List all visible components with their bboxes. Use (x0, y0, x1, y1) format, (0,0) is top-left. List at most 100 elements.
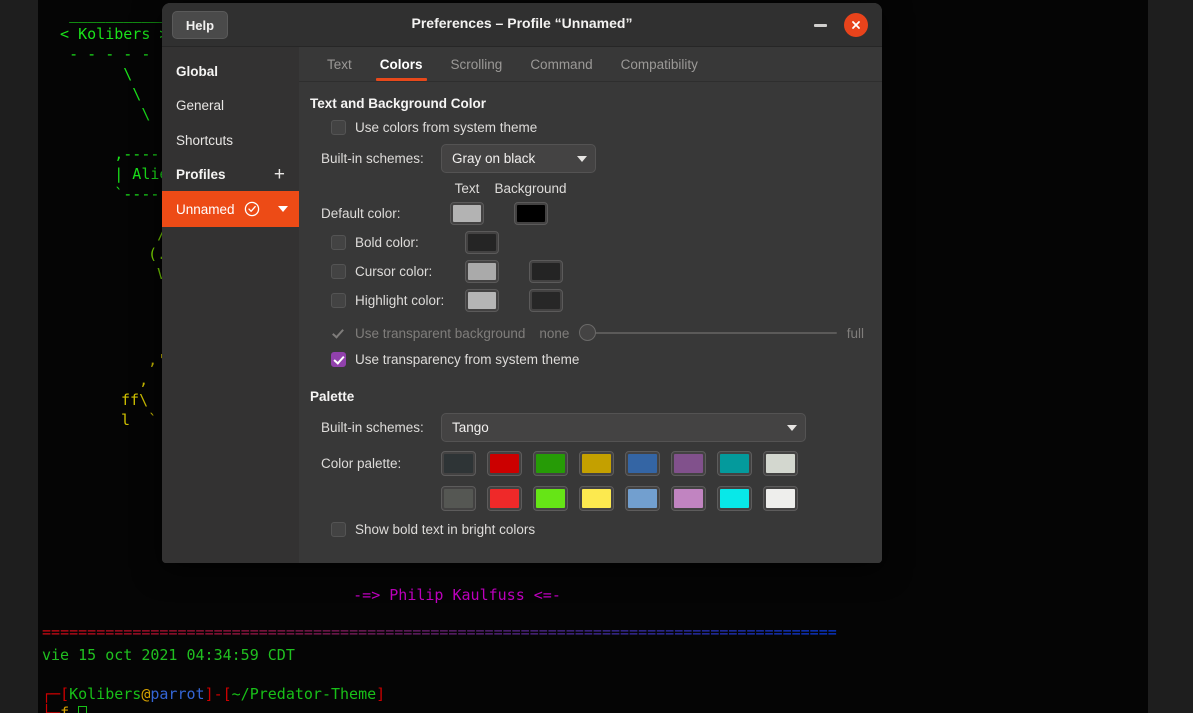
palette-normal-2[interactable] (533, 451, 568, 476)
builtin-schemes-dropdown[interactable]: Gray on black (441, 144, 596, 173)
default-background-color-swatch[interactable] (513, 202, 548, 225)
default-color-row: Default color: (321, 202, 882, 225)
use-system-colors-row[interactable]: Use colors from system theme (331, 120, 882, 135)
sidebar-header-global: Global (176, 64, 219, 79)
transparency-system-theme-checkbox[interactable] (331, 352, 346, 367)
cursor-color-row: Cursor color: (331, 260, 882, 283)
tab-bar: Text Colors Scrolling Command Compatibil… (299, 47, 882, 82)
tab-scrolling[interactable]: Scrolling (437, 53, 517, 81)
sidebar-item-shortcuts[interactable]: Shortcuts (162, 123, 299, 158)
bold-color-checkbox[interactable] (331, 235, 346, 250)
default-color-label: Default color: (321, 206, 401, 221)
palette-bright-0[interactable] (441, 486, 476, 511)
use-system-colors-label: Use colors from system theme (355, 120, 538, 135)
slider-track (589, 332, 837, 334)
transparent-background-row: Use transparent background none full (331, 324, 882, 342)
palette-bright-4[interactable] (625, 486, 660, 511)
palette-bright-5[interactable] (671, 486, 706, 511)
palette-schemes-dropdown[interactable]: Tango (441, 413, 806, 442)
column-header-text: Text (454, 181, 480, 196)
add-profile-icon[interactable]: + (274, 165, 289, 184)
prompt-symbol: ƒ (60, 704, 70, 713)
palette-bright-7[interactable] (763, 486, 798, 511)
prompt-open-bracket: [ (60, 685, 70, 703)
profile-label: Unnamed (176, 201, 235, 217)
color-palette-row: Color palette: (321, 451, 882, 511)
cursor-background-color-swatch[interactable] (528, 260, 563, 283)
cursor-text-color-swatch[interactable] (465, 260, 499, 283)
close-button[interactable] (844, 13, 868, 37)
transparency-system-theme-row[interactable]: Use transparency from system theme (331, 352, 882, 367)
color-column-headers: Text Background (321, 181, 882, 196)
preferences-dialog: Help Preferences – Profile “Unnamed” Glo… (162, 3, 882, 563)
bold-color-row: Bold color: (331, 231, 882, 254)
terminal-author-line: -=> Philip Kaulfuss <=- (353, 586, 561, 604)
builtin-schemes-row: Built-in schemes: Gray on black (321, 144, 882, 173)
sidebar-header-profiles-row: Profiles + (162, 158, 299, 191)
dialog-title: Preferences – Profile “Unnamed” (411, 15, 633, 31)
colors-pane: Text and Background Color Use colors fro… (299, 82, 882, 537)
section-title-palette: Palette (310, 389, 355, 404)
prompt-separator: - (213, 685, 223, 703)
section-title-text-background: Text and Background Color (310, 96, 487, 111)
color-palette-grid (441, 451, 809, 511)
prompt-corner-bottom: └─ (42, 704, 61, 713)
palette-normal-0[interactable] (441, 451, 476, 476)
tab-compatibility[interactable]: Compatibility (607, 53, 712, 81)
profile-menu-caret-icon[interactable] (277, 206, 288, 212)
terminal-prompt-line-2: └─ƒ (42, 703, 88, 713)
default-text-color-swatch[interactable] (450, 202, 484, 225)
highlight-background-color-swatch[interactable] (528, 289, 563, 312)
tab-colors[interactable]: Colors (366, 53, 437, 81)
minimize-button[interactable] (812, 17, 830, 33)
palette-bright-6[interactable] (717, 486, 752, 511)
prompt-path: ~/Predator-Theme (231, 685, 377, 703)
sidebar-item-general[interactable]: General (162, 88, 299, 123)
palette-bright-1[interactable] (487, 486, 522, 511)
bold-color-label: Bold color: (355, 235, 419, 250)
sidebar-item-profile-unnamed[interactable]: Unnamed (162, 191, 299, 227)
prompt-path-open: [ (222, 685, 232, 703)
tab-command[interactable]: Command (516, 53, 606, 81)
terminal-prompt-line: ┌─[Kolibers@parrot]-[~/Predator-Theme] (42, 684, 385, 704)
palette-row-bright (441, 486, 809, 511)
prompt-close-bracket: ] (204, 685, 214, 703)
tab-text[interactable]: Text (313, 53, 366, 81)
bold-text-color-swatch[interactable] (465, 231, 499, 254)
sidebar: Global General Shortcuts Profiles + Unna… (162, 47, 299, 563)
dialog-titlebar[interactable]: Help Preferences – Profile “Unnamed” (162, 3, 882, 47)
terminal-date-line: vie 15 oct 2021 04:34:59 CDT (42, 646, 295, 664)
palette-normal-3[interactable] (579, 451, 614, 476)
palette-bright-3[interactable] (579, 486, 614, 511)
cursor-color-checkbox[interactable] (331, 264, 346, 279)
highlight-text-color-swatch[interactable] (465, 289, 499, 312)
slider-knob[interactable] (579, 324, 597, 341)
sidebar-header-profiles: Profiles (176, 167, 226, 182)
content-area: Text Colors Scrolling Command Compatibil… (299, 47, 882, 563)
highlight-color-row: Highlight color: (331, 289, 882, 312)
palette-normal-1[interactable] (487, 451, 522, 476)
color-palette-label: Color palette: (321, 456, 402, 471)
builtin-schemes-value: Gray on black (452, 151, 536, 166)
use-system-colors-checkbox[interactable] (331, 120, 346, 135)
palette-normal-7[interactable] (763, 451, 798, 476)
column-header-background: Background (494, 181, 567, 196)
highlight-color-checkbox[interactable] (331, 293, 346, 308)
dialog-body: Global General Shortcuts Profiles + Unna… (162, 47, 882, 563)
palette-normal-6[interactable] (717, 451, 752, 476)
show-bold-bright-label: Show bold text in bright colors (355, 522, 536, 537)
palette-schemes-label: Built-in schemes: (321, 420, 424, 435)
palette-normal-5[interactable] (671, 451, 706, 476)
palette-bright-2[interactable] (533, 486, 568, 511)
chevron-down-icon-palette (787, 424, 797, 431)
transparency-slider[interactable] (579, 324, 837, 342)
cursor-color-label: Cursor color: (355, 264, 433, 279)
profile-selected-check-icon[interactable] (244, 201, 260, 217)
chevron-down-icon (577, 155, 587, 162)
builtin-schemes-label: Built-in schemes: (321, 151, 424, 166)
show-bold-bright-row[interactable]: Show bold text in bright colors (331, 522, 882, 537)
show-bold-bright-checkbox[interactable] (331, 522, 346, 537)
transparency-system-theme-label: Use transparency from system theme (355, 352, 580, 367)
palette-normal-4[interactable] (625, 451, 660, 476)
prompt-path-close: ] (376, 685, 386, 703)
